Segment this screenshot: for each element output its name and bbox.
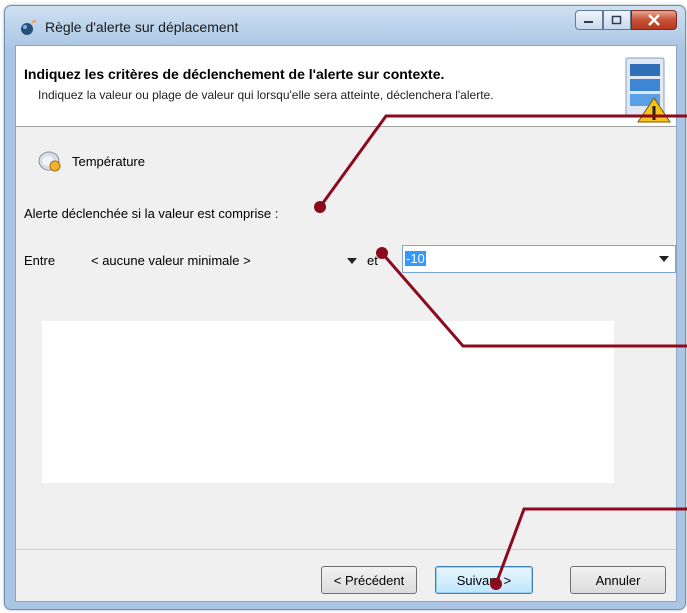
app-icon (21, 19, 36, 35)
minimize-icon (584, 21, 593, 23)
close-icon (648, 14, 660, 26)
condition-label: Alerte déclenchée si la valeur est compr… (24, 206, 279, 221)
close-button[interactable] (631, 10, 677, 30)
maximize-button[interactable] (603, 10, 631, 30)
title-bar[interactable]: Règle d'alerte sur déplacement (5, 6, 685, 46)
between-label: Entre (24, 253, 56, 268)
and-label: et (367, 253, 378, 268)
cancel-button[interactable]: Annuler (570, 566, 666, 594)
min-value-text: < aucune valeur minimale > (91, 253, 251, 268)
footer-divider (16, 549, 676, 550)
dialog-content: Indiquez les critères de déclenchement d… (15, 45, 677, 602)
maximize-icon (611, 15, 622, 25)
max-value-text: -10 (405, 251, 426, 266)
header-description: Indiquez la valeur ou plage de valeur qu… (38, 88, 494, 102)
section-label: Température (72, 154, 145, 169)
previous-button[interactable]: < Précédent (321, 566, 417, 594)
min-value-select[interactable]: < aucune valeur minimale > (84, 247, 364, 273)
preview-panel (42, 321, 614, 483)
minimize-button[interactable] (575, 10, 603, 30)
next-button[interactable]: Suivant > (435, 566, 533, 594)
max-value-select[interactable]: -10 (402, 245, 676, 273)
header-title: Indiquez les critères de déclenchement d… (24, 66, 445, 82)
caption-buttons (575, 10, 677, 30)
thermometer-sensor-icon (38, 151, 61, 172)
database-warning-icon (625, 57, 671, 123)
dialog-window: Règle d'alerte sur déplacement Indiquez … (4, 5, 686, 610)
wizard-header: Indiquez les critères de déclenchement d… (16, 46, 676, 127)
window-title: Règle d'alerte sur déplacement (45, 19, 239, 35)
chevron-down-icon[interactable] (347, 258, 357, 264)
chevron-down-icon[interactable] (659, 256, 669, 262)
